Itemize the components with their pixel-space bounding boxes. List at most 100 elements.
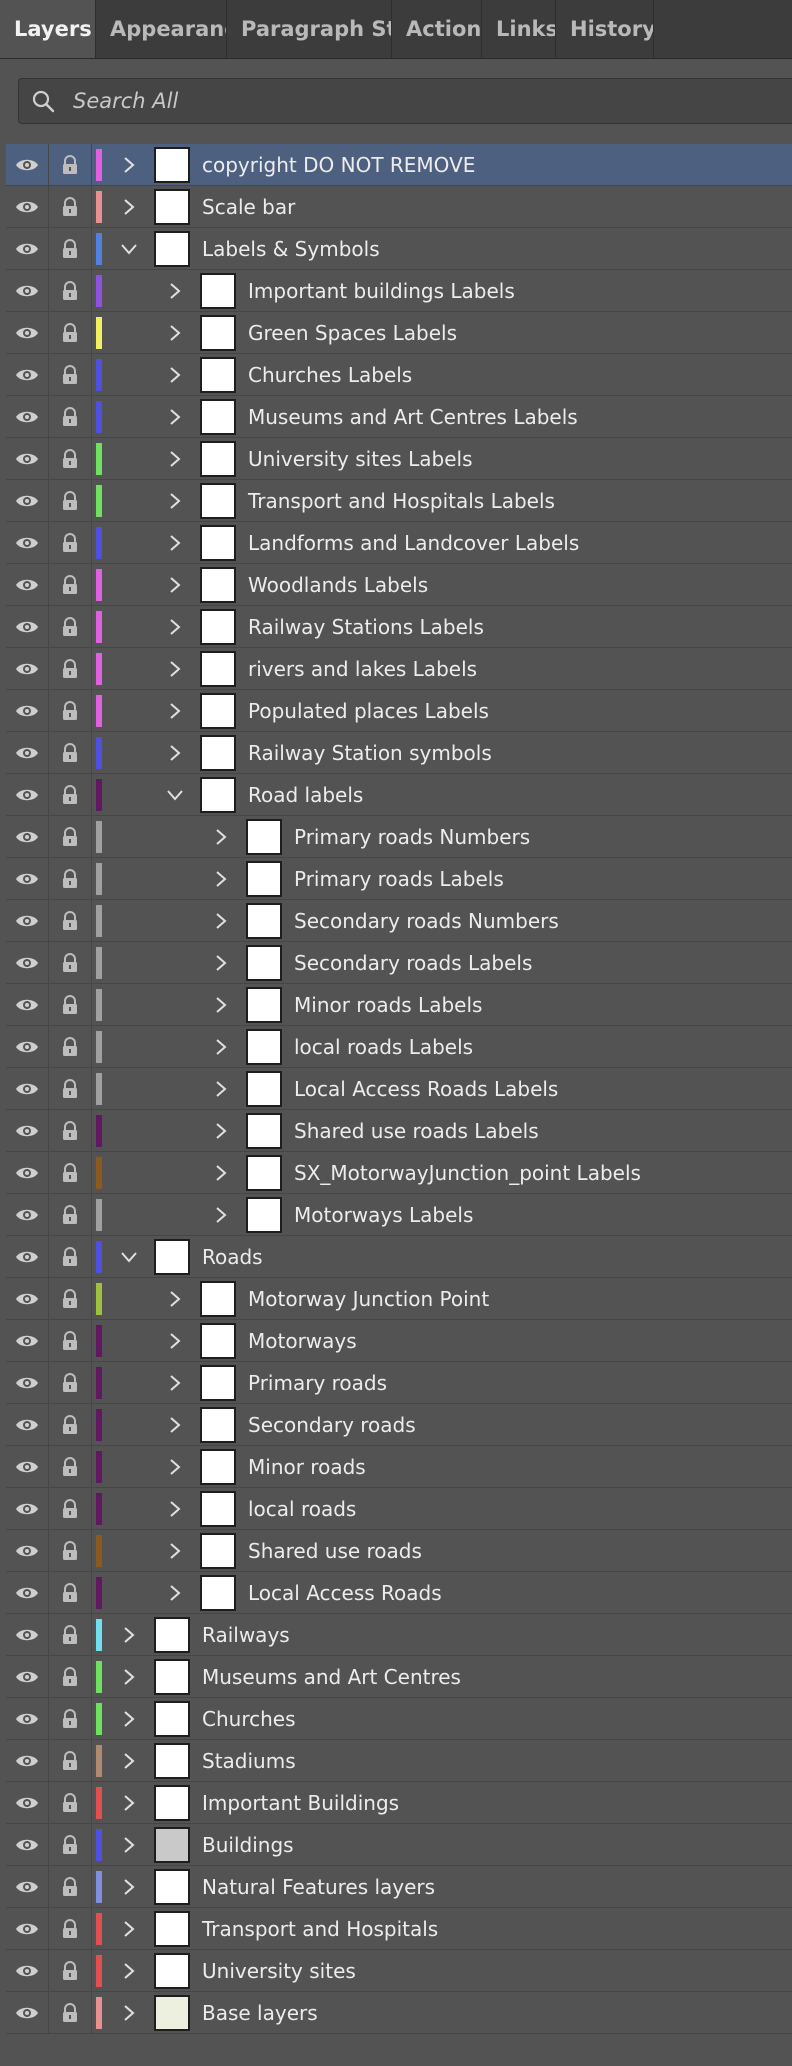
chevron-right-icon[interactable] (164, 616, 186, 638)
layer-row[interactable]: Primary roads (6, 1362, 792, 1404)
lock-icon[interactable] (49, 480, 92, 521)
visibility-eye-icon[interactable] (6, 1782, 49, 1823)
layer-row[interactable]: Stadiums (6, 1740, 792, 1782)
lock-icon[interactable] (49, 228, 92, 269)
visibility-eye-icon[interactable] (6, 186, 49, 227)
lock-icon[interactable] (49, 522, 92, 563)
chevron-right-icon[interactable] (118, 1708, 140, 1730)
layer-row[interactable]: Transport and Hospitals (6, 1908, 792, 1950)
lock-icon[interactable] (49, 1572, 92, 1613)
chevron-right-icon[interactable] (210, 1162, 232, 1184)
tab-appearance[interactable]: Appearance (96, 0, 227, 58)
visibility-eye-icon[interactable] (6, 1362, 49, 1403)
layer-row[interactable]: Scale bar (6, 186, 792, 228)
chevron-right-icon[interactable] (164, 574, 186, 596)
layer-row[interactable]: Local Access Roads Labels (6, 1068, 792, 1110)
layer-row[interactable]: Natural Features layers (6, 1866, 792, 1908)
visibility-eye-icon[interactable] (6, 984, 49, 1025)
layer-row[interactable]: Motorways Labels (6, 1194, 792, 1236)
visibility-eye-icon[interactable] (6, 1866, 49, 1907)
visibility-eye-icon[interactable] (6, 1236, 49, 1277)
lock-icon[interactable] (49, 564, 92, 605)
chevron-right-icon[interactable] (164, 742, 186, 764)
chevron-down-icon[interactable] (164, 784, 186, 806)
chevron-right-icon[interactable] (210, 826, 232, 848)
lock-icon[interactable] (49, 270, 92, 311)
visibility-eye-icon[interactable] (6, 270, 49, 311)
layer-row[interactable]: Important buildings Labels (6, 270, 792, 312)
layer-row[interactable]: Labels & Symbols (6, 228, 792, 270)
layer-row[interactable]: Populated places Labels (6, 690, 792, 732)
layer-row[interactable]: Secondary roads (6, 1404, 792, 1446)
layer-row[interactable]: Woodlands Labels (6, 564, 792, 606)
lock-icon[interactable] (49, 1404, 92, 1445)
layer-row[interactable]: Landforms and Landcover Labels (6, 522, 792, 564)
layer-row[interactable]: Primary roads Numbers (6, 816, 792, 858)
lock-icon[interactable] (49, 942, 92, 983)
chevron-right-icon[interactable] (164, 448, 186, 470)
lock-icon[interactable] (49, 438, 92, 479)
lock-icon[interactable] (49, 1026, 92, 1067)
lock-icon[interactable] (49, 396, 92, 437)
layer-row[interactable]: rivers and lakes Labels (6, 648, 792, 690)
visibility-eye-icon[interactable] (6, 228, 49, 269)
layer-row[interactable]: Minor roads (6, 1446, 792, 1488)
search-input[interactable] (71, 88, 755, 114)
visibility-eye-icon[interactable] (6, 564, 49, 605)
lock-icon[interactable] (49, 1320, 92, 1361)
layer-row[interactable]: Railway Station symbols (6, 732, 792, 774)
layer-row[interactable]: Buildings (6, 1824, 792, 1866)
visibility-eye-icon[interactable] (6, 606, 49, 647)
chevron-right-icon[interactable] (164, 1372, 186, 1394)
layer-row[interactable]: Road labels (6, 774, 792, 816)
visibility-eye-icon[interactable] (6, 1026, 49, 1067)
tab-history[interactable]: History (556, 0, 654, 58)
lock-icon[interactable] (49, 1782, 92, 1823)
visibility-eye-icon[interactable] (6, 1446, 49, 1487)
chevron-right-icon[interactable] (164, 1540, 186, 1562)
chevron-right-icon[interactable] (210, 868, 232, 890)
visibility-eye-icon[interactable] (6, 1530, 49, 1571)
lock-icon[interactable] (49, 1152, 92, 1193)
layer-row[interactable]: Green Spaces Labels (6, 312, 792, 354)
chevron-right-icon[interactable] (210, 952, 232, 974)
lock-icon[interactable] (49, 312, 92, 353)
lock-icon[interactable] (49, 1194, 92, 1235)
layer-row[interactable]: Motorway Junction Point (6, 1278, 792, 1320)
layer-row[interactable]: Primary roads Labels (6, 858, 792, 900)
visibility-eye-icon[interactable] (6, 942, 49, 983)
lock-icon[interactable] (49, 858, 92, 899)
layer-row[interactable]: Churches (6, 1698, 792, 1740)
visibility-eye-icon[interactable] (6, 1404, 49, 1445)
visibility-eye-icon[interactable] (6, 816, 49, 857)
visibility-eye-icon[interactable] (6, 144, 49, 185)
layer-row[interactable]: Secondary roads Labels (6, 942, 792, 984)
layer-row[interactable]: local roads (6, 1488, 792, 1530)
lock-icon[interactable] (49, 1614, 92, 1655)
lock-icon[interactable] (49, 1740, 92, 1781)
visibility-eye-icon[interactable] (6, 1614, 49, 1655)
visibility-eye-icon[interactable] (6, 354, 49, 395)
chevron-right-icon[interactable] (118, 1792, 140, 1814)
chevron-right-icon[interactable] (210, 1120, 232, 1142)
chevron-right-icon[interactable] (164, 1330, 186, 1352)
visibility-eye-icon[interactable] (6, 480, 49, 521)
lock-icon[interactable] (49, 606, 92, 647)
tab-layers[interactable]: Layers (0, 0, 96, 58)
visibility-eye-icon[interactable] (6, 312, 49, 353)
chevron-right-icon[interactable] (210, 1078, 232, 1100)
chevron-right-icon[interactable] (164, 322, 186, 344)
layer-row[interactable]: Roads (6, 1236, 792, 1278)
chevron-right-icon[interactable] (118, 1960, 140, 1982)
chevron-right-icon[interactable] (164, 700, 186, 722)
chevron-right-icon[interactable] (164, 280, 186, 302)
layer-row[interactable]: Minor roads Labels (6, 984, 792, 1026)
layer-row[interactable]: Museums and Art Centres Labels (6, 396, 792, 438)
visibility-eye-icon[interactable] (6, 858, 49, 899)
lock-icon[interactable] (49, 1530, 92, 1571)
chevron-right-icon[interactable] (164, 1498, 186, 1520)
chevron-right-icon[interactable] (164, 364, 186, 386)
lock-icon[interactable] (49, 984, 92, 1025)
chevron-right-icon[interactable] (210, 1204, 232, 1226)
tab-links[interactable]: Links (482, 0, 556, 58)
